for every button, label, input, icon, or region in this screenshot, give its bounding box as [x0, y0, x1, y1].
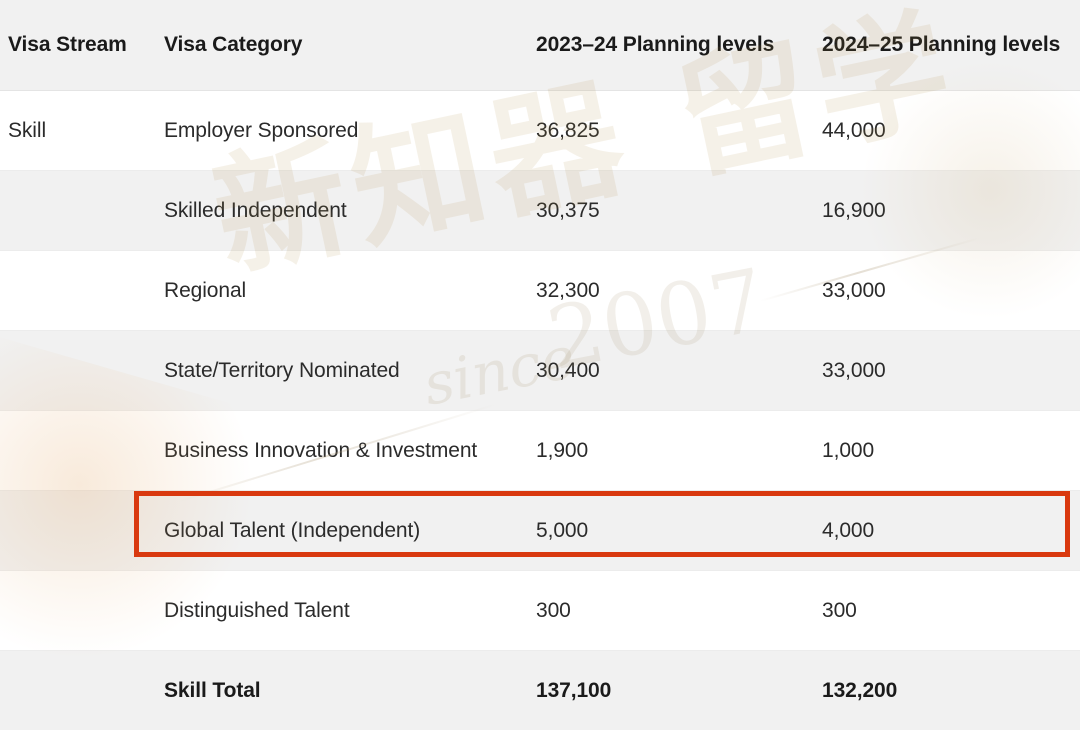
table-cell-y1: 1,900 — [532, 411, 820, 491]
cell-text: Skill — [0, 119, 162, 143]
cell-text: 33,000 — [820, 359, 1080, 383]
table-cell-category: Regional — [162, 251, 532, 331]
cell-text: 1,000 — [820, 439, 1080, 463]
cell-text: 32,300 — [532, 279, 820, 303]
table-cell-stream — [0, 651, 162, 730]
table-cell-y2: 132,200 — [820, 651, 1080, 730]
cell-text: Global Talent (Independent) — [162, 519, 532, 543]
table-cell-y2: 33,000 — [820, 331, 1080, 411]
cell-text: 137,100 — [532, 679, 820, 703]
cell-text: 4,000 — [820, 519, 1080, 543]
table-cell-y1: 5,000 — [532, 491, 820, 571]
table-cell-y2: 1,000 — [820, 411, 1080, 491]
table-cell-stream — [0, 331, 162, 411]
column-header-visa-stream: Visa Stream — [0, 0, 162, 91]
cell-text: Regional — [162, 279, 532, 303]
table-cell-category: Distinguished Talent — [162, 571, 532, 651]
table-cell-stream — [0, 251, 162, 331]
visa-planning-levels-table: Visa Stream Visa Category 2023–24 Planni… — [0, 0, 1080, 730]
cell-text: Skill Total — [162, 679, 532, 703]
table-cell-y1: 30,375 — [532, 171, 820, 251]
table-row: Global Talent (Independent)5,0004,000 — [0, 491, 1080, 571]
table-row: Business Innovation & Investment1,9001,0… — [0, 411, 1080, 491]
table-cell-y1: 30,400 — [532, 331, 820, 411]
table-cell-stream: Skill — [0, 91, 162, 171]
column-header-2023-24: 2023–24 Planning levels — [532, 0, 820, 91]
cell-text: 300 — [532, 599, 820, 623]
table-cell-category: Business Innovation & Investment — [162, 411, 532, 491]
table-cell-stream — [0, 171, 162, 251]
cell-text: 30,375 — [532, 199, 820, 223]
cell-text: Employer Sponsored — [162, 119, 532, 143]
cell-text: 44,000 — [820, 119, 1080, 143]
table-cell-stream — [0, 491, 162, 571]
table-cell-stream — [0, 571, 162, 651]
table-cell-y2: 4,000 — [820, 491, 1080, 571]
cell-text: 132,200 — [820, 679, 1080, 703]
cell-text: 1,900 — [532, 439, 820, 463]
cell-text: 16,900 — [820, 199, 1080, 223]
table-cell-category: Skilled Independent — [162, 171, 532, 251]
table-body: SkillEmployer Sponsored36,82544,000Skill… — [0, 91, 1080, 730]
table-cell-y1: 137,100 — [532, 651, 820, 730]
cell-text: State/Territory Nominated — [162, 359, 532, 383]
table-cell-category: Global Talent (Independent) — [162, 491, 532, 571]
table-cell-category: Skill Total — [162, 651, 532, 730]
table-row: Regional32,30033,000 — [0, 251, 1080, 331]
cell-text: 36,825 — [532, 119, 820, 143]
table-cell-y2: 44,000 — [820, 91, 1080, 171]
table-row: State/Territory Nominated30,40033,000 — [0, 331, 1080, 411]
cell-text: 5,000 — [532, 519, 820, 543]
cell-text: 33,000 — [820, 279, 1080, 303]
column-header-2024-25: 2024–25 Planning levels — [820, 0, 1080, 91]
table-cell-y1: 32,300 — [532, 251, 820, 331]
cell-text: 30,400 — [532, 359, 820, 383]
cell-text: 300 — [820, 599, 1080, 623]
table-row-total: Skill Total137,100132,200 — [0, 651, 1080, 730]
table-row: Skilled Independent30,37516,900 — [0, 171, 1080, 251]
table-cell-category: Employer Sponsored — [162, 91, 532, 171]
table-cell-y1: 300 — [532, 571, 820, 651]
table-cell-y2: 16,900 — [820, 171, 1080, 251]
table-header-row: Visa Stream Visa Category 2023–24 Planni… — [0, 0, 1080, 91]
table-cell-y2: 300 — [820, 571, 1080, 651]
table-cell-y2: 33,000 — [820, 251, 1080, 331]
table-header: Visa Stream Visa Category 2023–24 Planni… — [0, 0, 1080, 91]
table-cell-y1: 36,825 — [532, 91, 820, 171]
cell-text: Skilled Independent — [162, 199, 532, 223]
table-row: SkillEmployer Sponsored36,82544,000 — [0, 91, 1080, 171]
cell-text: Distinguished Talent — [162, 599, 532, 623]
table-row: Distinguished Talent300300 — [0, 571, 1080, 651]
column-header-visa-category: Visa Category — [162, 0, 532, 91]
table-cell-category: State/Territory Nominated — [162, 331, 532, 411]
cell-text: Business Innovation & Investment — [162, 439, 532, 463]
table-cell-stream — [0, 411, 162, 491]
